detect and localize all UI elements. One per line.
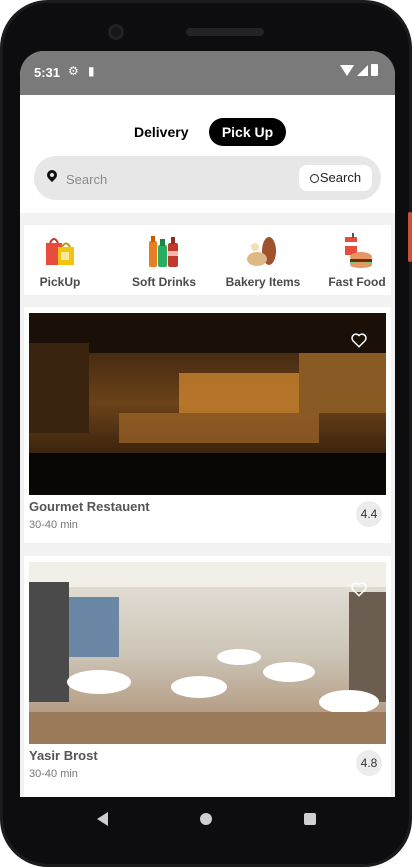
home-icon[interactable] <box>200 813 212 825</box>
restaurant-name: Yasir Brost <box>29 748 98 763</box>
restaurant-photo <box>29 562 386 744</box>
location-pin-icon <box>44 167 60 183</box>
fast-food-icon <box>339 233 375 269</box>
category-label: Bakery Items <box>225 275 301 289</box>
phone-frame: 5:31 ⚙ ▮ Delivery Pick Up Search Search … <box>0 0 412 867</box>
app-header: Delivery Pick Up Search <box>20 95 395 213</box>
rating-badge: 4.8 <box>356 750 382 776</box>
wifi-icon <box>340 65 354 76</box>
search-button-label: Search <box>319 170 362 185</box>
app-screen: 5:31 ⚙ ▮ Delivery Pick Up Search Search … <box>20 51 395 797</box>
search-bar: Search <box>34 156 381 200</box>
tab-pickup[interactable]: Pick Up <box>209 118 286 146</box>
category-label: Fast Food <box>328 275 386 289</box>
front-camera-icon <box>108 24 124 40</box>
favorite-heart-icon[interactable] <box>350 331 368 349</box>
clock-icon <box>309 174 319 183</box>
category-fast-food[interactable]: Fast Food <box>315 233 395 289</box>
restaurant-name: Gourmet Restauent <box>29 499 150 514</box>
sd-card-icon: ▮ <box>88 64 95 78</box>
category-label: PickUp <box>39 275 81 289</box>
soft-drinks-icon <box>146 233 182 269</box>
restaurant-card[interactable]: Gourmet Restauent 30-40 min 4.4 <box>24 307 391 543</box>
delivery-time: 30-40 min <box>29 519 78 531</box>
order-type-tabs: Delivery Pick Up <box>20 118 395 148</box>
restaurant-photo <box>29 313 386 495</box>
settings-gear-icon: ⚙ <box>68 64 79 78</box>
category-bakery-items[interactable]: Bakery Items <box>221 233 305 289</box>
category-soft-drinks[interactable]: Soft Drinks <box>122 233 206 289</box>
restaurant-card[interactable]: Yasir Brost 30-40 min 4.8 <box>24 556 391 797</box>
recent-apps-icon[interactable] <box>304 813 316 825</box>
phone-top-bezel <box>0 0 412 50</box>
battery-icon <box>371 64 378 76</box>
category-pickup[interactable]: PickUp <box>20 233 102 289</box>
earpiece-speaker <box>186 28 264 36</box>
tab-delivery[interactable]: Delivery <box>134 124 188 140</box>
power-button <box>408 212 412 262</box>
system-navigation-bar <box>0 797 412 867</box>
back-icon[interactable] <box>97 812 108 826</box>
category-label: Soft Drinks <box>131 275 196 289</box>
rating-badge: 4.4 <box>356 501 382 527</box>
status-time: 5:31 <box>34 65 61 80</box>
shopping-bags-icon <box>42 233 78 269</box>
cell-signal-icon <box>357 65 368 76</box>
bakery-icon <box>245 233 281 269</box>
search-input[interactable] <box>64 168 298 190</box>
category-row: PickUp Soft Drinks Bakery Items Fast Foo… <box>24 225 391 295</box>
search-button[interactable]: Search <box>299 165 372 191</box>
favorite-heart-icon[interactable] <box>350 580 368 598</box>
status-bar: 5:31 ⚙ ▮ <box>20 51 395 95</box>
delivery-time: 30-40 min <box>29 768 78 780</box>
